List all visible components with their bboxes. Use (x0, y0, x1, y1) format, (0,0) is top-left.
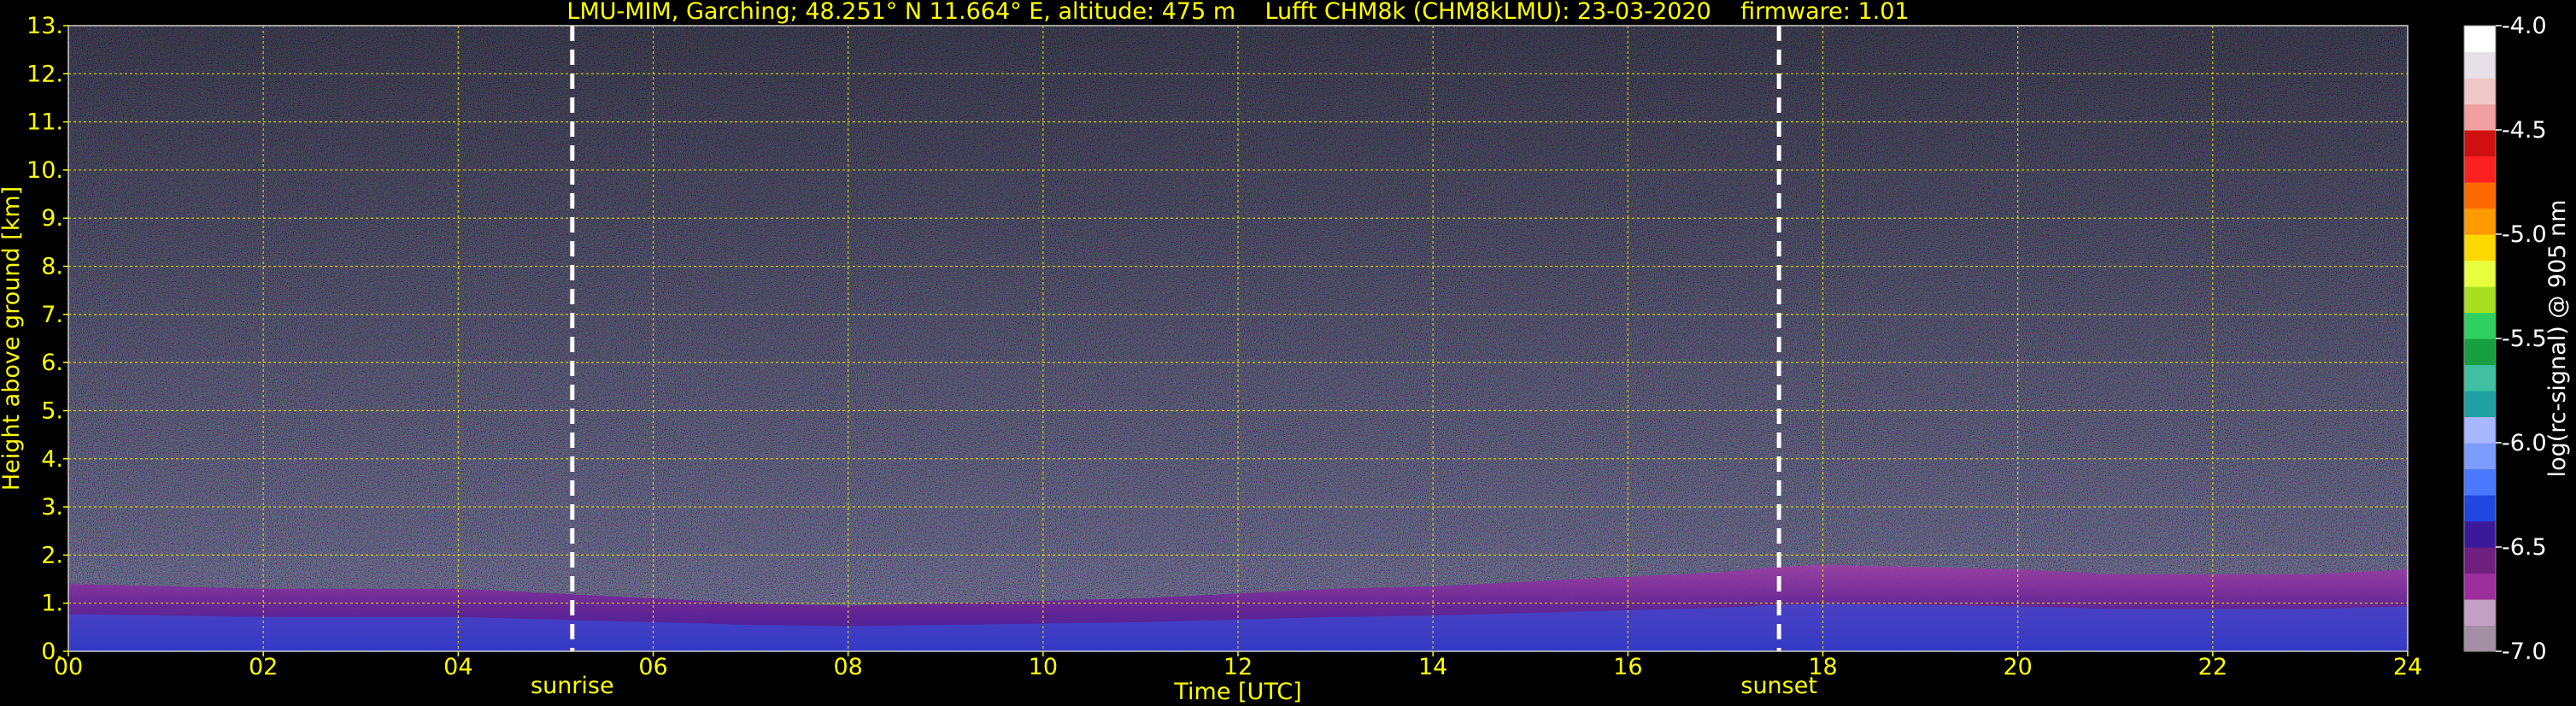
colorbar-swatch (2464, 156, 2496, 183)
y-tick-label: 5. (41, 397, 63, 424)
colorbar-tick-label: -4.0 (2502, 13, 2547, 39)
plot-area (68, 26, 2408, 651)
y-tick-label: 3. (41, 494, 63, 521)
x-tick-label: 04 (443, 654, 472, 680)
x-tick-label: 08 (833, 654, 862, 680)
colorbar-swatch (2464, 338, 2496, 366)
y-tick-label: 8. (41, 254, 63, 280)
colorbar-swatch (2464, 260, 2496, 287)
sunrise-label: sunrise (531, 673, 614, 699)
x-tick-label: 22 (2198, 654, 2227, 680)
colorbar-swatch (2464, 468, 2496, 496)
colorbar-swatch (2464, 573, 2496, 600)
colorbar-swatch (2464, 364, 2496, 391)
x-tick-label: 10 (1029, 654, 1058, 680)
chart-title: LMU-MIM, Garching; 48.251° N 11.664° E, … (566, 0, 1909, 25)
y-tick-label: 12. (26, 61, 63, 87)
colorbar-label: log(rc-signal) @ 905 nm (2544, 200, 2571, 478)
y-tick-label: 0. (41, 638, 63, 665)
sunset-label: sunset (1740, 673, 1817, 699)
colorbar-swatch (2464, 495, 2496, 522)
colorbar-swatch (2464, 443, 2496, 470)
colorbar-swatch (2464, 286, 2496, 314)
colorbar-tick-label: -5.0 (2502, 221, 2547, 248)
colorbar-tick-label: -6.5 (2502, 534, 2547, 561)
colorbar-swatch (2464, 208, 2496, 235)
x-axis-label: Time [UTC] (1173, 679, 1301, 705)
colorbar-swatch (2464, 26, 2496, 53)
y-tick-label: 7. (41, 302, 63, 328)
colorbar-tick-label: -4.5 (2502, 117, 2547, 144)
colorbar-swatch (2464, 103, 2496, 131)
x-tick-label: 20 (2003, 654, 2032, 680)
x-tick-label: 24 (2393, 654, 2422, 680)
x-tick-label: 14 (1418, 654, 1447, 680)
colorbar-swatch (2464, 182, 2496, 209)
y-tick-labels: 0. 1. 2. 3. 4. 5. 6. 7. 8. 9. 10. 11. 12. 13. (26, 13, 68, 665)
colorbar-swatch (2464, 547, 2496, 574)
colorbar-swatch (2464, 521, 2496, 548)
y-tick-label: 10. (26, 157, 63, 184)
ceilometer-chart: LMU-MIM, Garching; 48.251° N 11.664° E, … (0, 0, 2571, 705)
colorbar-tick-label: -7.0 (2502, 638, 2547, 665)
colorbar-swatch (2464, 625, 2496, 652)
y-tick-label: 4. (41, 446, 63, 473)
y-tick-label: 6. (41, 350, 63, 376)
x-tick-label: 12 (1223, 654, 1253, 680)
colorbar-swatch (2464, 391, 2496, 418)
colorbar-swatch (2464, 130, 2496, 157)
y-tick-label: 1. (41, 591, 63, 617)
colorbar-swatch (2464, 312, 2496, 339)
x-tick-label: 06 (638, 654, 667, 680)
x-tick-label: 02 (249, 654, 278, 680)
y-tick-label: 2. (41, 542, 63, 568)
colorbar-tick-label: -5.5 (2502, 326, 2547, 352)
x-tick-labels: 00 02 04 06 08 10 12 14 16 18 20 22 24 (54, 651, 2422, 680)
colorbar-swatch (2464, 51, 2496, 79)
y-tick-label: 11. (26, 109, 63, 136)
y-axis-label: Height above ground [km] (0, 186, 25, 491)
colorbar-tick-label: -6.0 (2502, 430, 2547, 456)
y-tick-label: 13. (26, 13, 63, 39)
colorbar-tick-labels: -4.0 -4.5 -5.0 -5.5 -6.0 -6.5 -7.0 (2496, 13, 2547, 665)
colorbar-swatch (2464, 599, 2496, 627)
colorbar-swatch (2464, 416, 2496, 444)
colorbar-swatch (2464, 234, 2496, 262)
colorbar (2463, 25, 2497, 652)
x-tick-label: 16 (1613, 654, 1642, 680)
colorbar-swatch (2464, 78, 2496, 105)
y-tick-label: 9. (41, 205, 63, 232)
